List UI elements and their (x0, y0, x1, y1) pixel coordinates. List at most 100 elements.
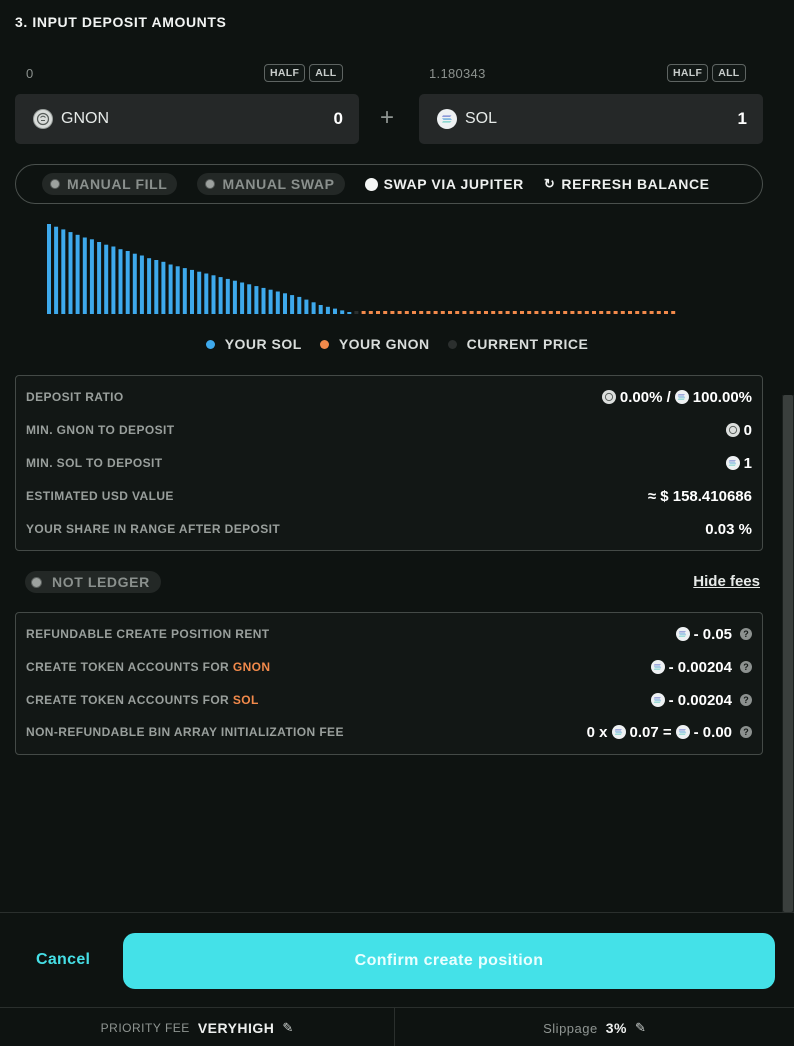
rent-value-group: - 0.05 ? (675, 625, 752, 643)
sol-mini-icon (611, 725, 626, 739)
sol-bin-bar (75, 234, 80, 314)
bin-fee-row: NON-REFUNDABLE BIN ARRAY INITIALIZATION … (26, 722, 752, 742)
sol-amount-field[interactable]: SOL (419, 94, 763, 144)
gnon-token-icon (33, 109, 53, 129)
bin-fee-count: 0 x (586, 723, 608, 741)
rent-value: - 0.05 (693, 625, 732, 643)
swap-via-jupiter-option[interactable]: SWAP VIA JUPITER (364, 176, 524, 192)
sol-accounts-value: - 0.00204 (668, 691, 732, 709)
sol-bin-bar (261, 287, 266, 314)
chart-legend: YOUR SOL YOUR GNON CURRENT PRICE (0, 336, 794, 352)
gnon-bin-bar (440, 311, 445, 314)
manual-fill-radio-icon (50, 179, 60, 189)
legend-current-price: CURRENT PRICE (447, 336, 589, 352)
transaction-settings-bar: PRIORITY FEE VERYHIGH ✎ Slippage 3% ✎ (0, 1007, 794, 1046)
help-icon[interactable]: ? (740, 694, 752, 706)
gnon-accounts-value: - 0.00204 (668, 658, 732, 676)
share-value: 0.03 % (705, 520, 752, 538)
sol-all-button[interactable]: ALL (712, 64, 746, 82)
sol-bin-bar (82, 237, 87, 314)
deposit-ratio-row: DEPOSIT RATIO 0.00% / 100.00% (26, 387, 752, 407)
confirm-create-position-button[interactable]: Confirm create position (123, 933, 775, 989)
help-icon[interactable]: ? (740, 661, 752, 673)
sol-quick-amounts: HALF ALL (667, 64, 746, 82)
slippage-value: 3% (605, 1020, 627, 1036)
gnon-bin-bar (671, 311, 676, 314)
sol-bin-bar (225, 278, 230, 314)
cancel-button[interactable]: Cancel (36, 951, 90, 969)
sol-mini-icon (675, 725, 690, 739)
gnon-bin-bar (469, 311, 474, 314)
gnon-symbol: GNON (61, 110, 109, 127)
gnon-all-button[interactable]: ALL (309, 64, 343, 82)
gnon-accounts-token: GNON (232, 660, 271, 674)
sol-accounts-value-group: - 0.00204 ? (650, 691, 752, 709)
sol-half-button[interactable]: HALF (667, 64, 709, 82)
gnon-bin-bar (448, 311, 452, 314)
bin-fee-value-group: 0 x 0.07 = - 0.00 ? (587, 724, 752, 741)
gnon-bin-bar (512, 311, 517, 314)
gnon-bin-bar (383, 311, 388, 314)
manual-fill-option[interactable]: MANUAL FILL (42, 173, 178, 195)
deposit-panel: 3. INPUT DEPOSIT AMOUNTS 0 HALF ALL 1.18… (0, 0, 794, 1046)
hide-fees-link[interactable]: Hide fees (693, 573, 760, 590)
ledger-label: NOT LEDGER (52, 574, 150, 590)
gnon-half-button[interactable]: HALF (264, 64, 306, 82)
refresh-balance-button[interactable]: ↻ REFRESH BALANCE (544, 176, 710, 192)
refresh-icon: ↻ (543, 176, 556, 191)
gnon-bin-bar (455, 311, 460, 314)
current-price-bin (354, 311, 359, 314)
swap-via-jupiter-radio-icon (364, 177, 378, 191)
manual-swap-option[interactable]: MANUAL SWAP (197, 173, 345, 195)
ledger-toggle[interactable]: NOT LEDGER (25, 571, 161, 593)
section-title: 3. INPUT DEPOSIT AMOUNTS (15, 14, 227, 30)
sol-bin-bar (333, 308, 337, 314)
priority-fee-setting[interactable]: PRIORITY FEE VERYHIGH ✎ (0, 1008, 395, 1046)
gnon-amount-input[interactable] (263, 109, 343, 129)
sol-bin-bar (240, 282, 245, 314)
gnon-bin-bar (656, 311, 661, 314)
sol-bin-bar (211, 275, 216, 314)
gnon-bin-bar (563, 311, 568, 314)
sol-bin-bar (125, 251, 130, 314)
edit-pencil-icon[interactable]: ✎ (282, 1020, 293, 1036)
gnon-bin-bar (649, 311, 654, 314)
slippage-setting[interactable]: Slippage 3% ✎ (395, 1008, 794, 1046)
sol-bin-bar (232, 280, 237, 314)
sol-bin-bar (218, 277, 223, 314)
gnon-bin-bar (361, 311, 366, 314)
gnon-bin-bar (376, 311, 380, 314)
scrollbar-thumb[interactable] (783, 395, 793, 912)
legend-sol: YOUR SOL (205, 336, 302, 352)
bin-fee-label: NON-REFUNDABLE BIN ARRAY INITIALIZATION … (26, 725, 344, 739)
gnon-bin-bar (390, 311, 395, 314)
priority-fee-label: PRIORITY FEE (100, 1021, 190, 1035)
gnon-balance: 0 (26, 66, 34, 81)
liquidity-distribution-chart (47, 224, 676, 314)
sol-bin-bar (275, 291, 280, 314)
sol-balance: 1.180343 (429, 66, 486, 81)
sol-mini-icon (650, 693, 665, 707)
sol-bin-bar (147, 258, 152, 314)
deposit-mode-bar: MANUAL FILL MANUAL SWAP SWAP VIA JUPITER… (15, 164, 763, 204)
edit-pencil-icon[interactable]: ✎ (635, 1020, 646, 1036)
sol-amount-input[interactable] (667, 109, 747, 129)
gnon-bin-bar (397, 311, 402, 314)
help-icon[interactable]: ? (740, 726, 752, 738)
sol-bin-bar (268, 289, 273, 314)
sol-mini-icon (674, 390, 689, 404)
sol-bin-bar (290, 295, 295, 314)
min-gnon-value: 0 (743, 421, 752, 439)
deposit-ratio-sol: 100.00% (692, 388, 752, 406)
sol-bin-bar (154, 260, 159, 314)
help-icon[interactable]: ? (740, 628, 752, 640)
priority-fee-value: VERYHIGH (197, 1020, 275, 1036)
gnon-bin-bar (476, 311, 481, 314)
deposit-ratio-label: DEPOSIT RATIO (26, 390, 124, 404)
gnon-bin-bar (527, 311, 532, 314)
sol-bin-bar (118, 249, 123, 314)
sol-bin-bar (197, 271, 202, 314)
gnon-bin-bar (664, 311, 668, 314)
bin-fee-unit: 0.07 = (629, 723, 672, 741)
gnon-amount-field[interactable]: GNON (15, 94, 359, 144)
